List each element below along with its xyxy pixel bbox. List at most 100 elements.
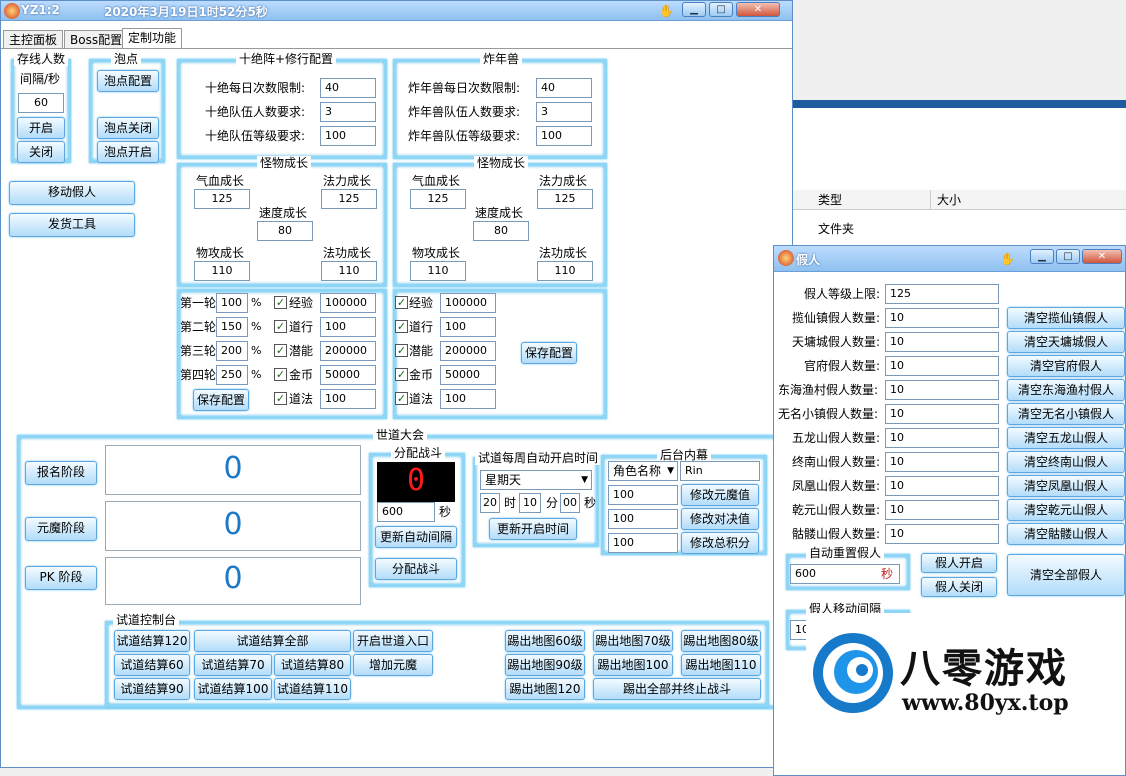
rr-check-3[interactable]: ✓ <box>395 368 408 381</box>
fake-count-input-4[interactable]: 10 <box>885 404 999 424</box>
stage-button-signup[interactable]: 报名阶段 <box>25 461 97 485</box>
close-button[interactable]: ✕ <box>736 2 780 17</box>
rr-check-4[interactable]: ✓ <box>395 392 408 405</box>
fake-off-button[interactable]: 假人关闭 <box>921 577 997 597</box>
kick-60-button[interactable]: 踢出地图60级 <box>505 630 585 652</box>
rr-value-input-0[interactable]: 100000 <box>440 293 496 313</box>
clear-qianyuan-button[interactable]: 清空乾元山假人 <box>1007 499 1125 521</box>
fake-count-input-5[interactable]: 10 <box>885 428 999 448</box>
settle-120-button[interactable]: 试道结算120 <box>114 630 190 652</box>
second-input[interactable]: 00 <box>560 493 580 513</box>
fake-count-input-1[interactable]: 10 <box>885 332 999 352</box>
shijue-input-2[interactable]: 100 <box>320 126 376 146</box>
update-start-time-button[interactable]: 更新开启时间 <box>489 518 577 540</box>
fake-count-input-7[interactable]: 10 <box>885 476 999 496</box>
shijue-input-1[interactable]: 3 <box>320 102 376 122</box>
kick-all-stop-button[interactable]: 踢出全部并终止战斗 <box>593 678 761 700</box>
modify-duel-button[interactable]: 修改对决值 <box>681 508 759 530</box>
gr-spd-input[interactable]: 80 <box>473 221 529 241</box>
column-type[interactable]: 类型 <box>818 192 842 208</box>
clear-fenghuang-button[interactable]: 清空凤凰山假人 <box>1007 475 1125 497</box>
fake-count-input-6[interactable]: 10 <box>885 452 999 472</box>
fake-count-input-3[interactable]: 10 <box>885 380 999 400</box>
stage-button-yuanmo[interactable]: 元魔阶段 <box>25 517 97 541</box>
online-close-button[interactable]: 关闭 <box>17 141 65 163</box>
fake-count-input-2[interactable]: 10 <box>885 356 999 376</box>
online-interval-input[interactable]: 60 <box>18 93 64 113</box>
kick-70-button[interactable]: 踢出地图70级 <box>593 630 673 652</box>
gr-atk-input[interactable]: 110 <box>410 261 466 281</box>
weekday-select[interactable]: 星期天 ▼ <box>480 470 592 490</box>
tab-main-panel[interactable]: 主控面板 <box>3 30 64 49</box>
round-pct-input-1[interactable]: 150 <box>216 317 248 337</box>
clear-kulou-button[interactable]: 清空骷髅山假人 <box>1007 523 1125 545</box>
kick-110-button[interactable]: 踢出地图110 <box>681 654 761 676</box>
round-value-input-extra[interactable]: 100 <box>320 389 376 409</box>
round-value-input-0[interactable]: 100000 <box>320 293 376 313</box>
minimize-button[interactable]: ▁ <box>682 2 706 17</box>
fake-count-input-0[interactable]: 10 <box>885 308 999 328</box>
settle-all-button[interactable]: 试道结算全部 <box>194 630 351 652</box>
online-open-button[interactable]: 开启 <box>17 117 65 139</box>
match-interval-input[interactable]: 600 <box>377 502 435 522</box>
gl-hp-input[interactable]: 125 <box>194 189 250 209</box>
rr-value-input-3[interactable]: 50000 <box>440 365 496 385</box>
clear-wulong-button[interactable]: 清空五龙山假人 <box>1007 427 1125 449</box>
bubble-on-button[interactable]: 泡点开启 <box>97 141 159 163</box>
clear-wuming-button[interactable]: 清空无名小镇假人 <box>1007 403 1125 425</box>
gl-spd-input[interactable]: 80 <box>257 221 313 241</box>
round-pct-input-3[interactable]: 250 <box>216 365 248 385</box>
fake-on-button[interactable]: 假人开启 <box>921 553 997 573</box>
gr-mp-input[interactable]: 125 <box>537 189 593 209</box>
clear-tianyong-button[interactable]: 清空天墉城假人 <box>1007 331 1125 353</box>
rounds-right-save-button[interactable]: 保存配置 <box>521 342 577 364</box>
clear-zhongnan-button[interactable]: 清空终南山假人 <box>1007 451 1125 473</box>
rr-value-input-2[interactable]: 200000 <box>440 341 496 361</box>
clear-guanfu-button[interactable]: 清空官府假人 <box>1007 355 1125 377</box>
ship-tool-button[interactable]: 发货工具 <box>9 213 135 237</box>
round-value-input-1[interactable]: 100 <box>320 317 376 337</box>
column-size[interactable]: 大小 <box>937 192 961 208</box>
fake-count-input-9[interactable]: 10 <box>885 524 999 544</box>
clear-all-fake-button[interactable]: 清空全部假人 <box>1007 554 1125 596</box>
round-check-0[interactable]: ✓ <box>274 296 287 309</box>
add-yuanmo-button[interactable]: 增加元魔 <box>353 654 433 676</box>
move-fake-button[interactable]: 移动假人 <box>9 181 135 205</box>
modify-yuanmo-button[interactable]: 修改元魔值 <box>681 484 759 506</box>
fake-minimize-button[interactable]: ▁ <box>1030 249 1054 264</box>
kick-120-button[interactable]: 踢出地图120 <box>505 678 585 700</box>
stage-button-pk[interactable]: PK 阶段 <box>25 566 97 590</box>
minute-input[interactable]: 10 <box>519 493 541 513</box>
settle-70-button[interactable]: 试道结算70 <box>194 654 272 676</box>
gl-atk-input[interactable]: 110 <box>194 261 250 281</box>
shijue-input-0[interactable]: 40 <box>320 78 376 98</box>
backend-value-input-1[interactable]: 100 <box>608 509 678 529</box>
kick-80-button[interactable]: 踢出地图80级 <box>681 630 761 652</box>
round-value-input-2[interactable]: 200000 <box>320 341 376 361</box>
update-interval-button[interactable]: 更新自动间隔 <box>375 526 457 548</box>
backend-value-input-0[interactable]: 100 <box>608 485 678 505</box>
beast-input-1[interactable]: 3 <box>536 102 592 122</box>
settle-60-button[interactable]: 试道结算60 <box>114 654 190 676</box>
gr-matk-input[interactable]: 110 <box>537 261 593 281</box>
rounds-left-save-button[interactable]: 保存配置 <box>193 389 249 411</box>
fake-maximize-button[interactable]: □ <box>1056 249 1080 264</box>
modify-score-button[interactable]: 修改总积分 <box>681 532 759 554</box>
settle-80-button[interactable]: 试道结算80 <box>274 654 351 676</box>
round-value-input-3[interactable]: 50000 <box>320 365 376 385</box>
round-check-3[interactable]: ✓ <box>274 368 287 381</box>
rr-value-input-1[interactable]: 100 <box>440 317 496 337</box>
rr-value-input-4[interactable]: 100 <box>440 389 496 409</box>
fake-close-button[interactable]: ✕ <box>1082 249 1122 264</box>
open-entry-button[interactable]: 开启世道入口 <box>353 630 433 652</box>
round-pct-input-0[interactable]: 100 <box>216 293 248 313</box>
round-pct-input-2[interactable]: 200 <box>216 341 248 361</box>
settle-90-button[interactable]: 试道结算90 <box>114 678 190 700</box>
hour-input[interactable]: 20 <box>480 493 500 513</box>
assign-battle-button[interactable]: 分配战斗 <box>375 558 457 580</box>
clear-lanxian-button[interactable]: 清空揽仙镇假人 <box>1007 307 1125 329</box>
role-name-input[interactable]: Rin <box>680 461 760 481</box>
rr-check-0[interactable]: ✓ <box>395 296 408 309</box>
role-select[interactable]: 角色名称 ▼ <box>608 461 678 481</box>
kick-100-button[interactable]: 踢出地图100 <box>593 654 673 676</box>
